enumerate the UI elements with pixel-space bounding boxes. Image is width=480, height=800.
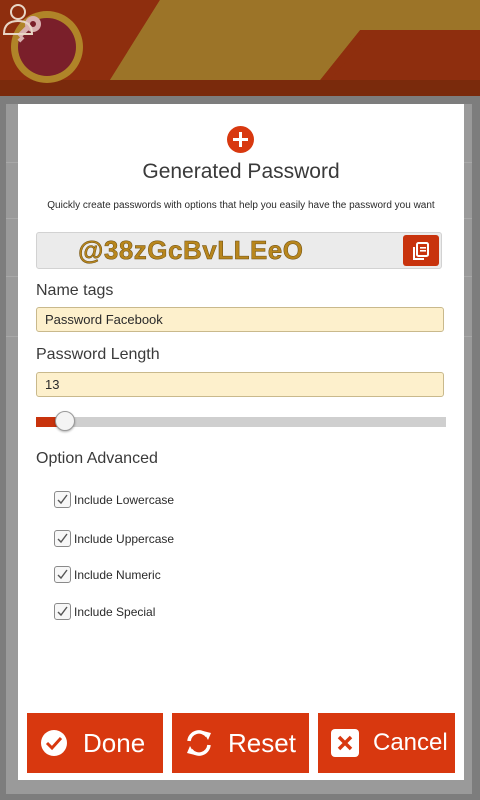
special-label: Include Special	[74, 604, 156, 619]
length-slider-thumb[interactable]	[54, 411, 75, 431]
uppercase-label: Include Uppercase	[74, 531, 175, 546]
plus-icon	[233, 132, 248, 147]
numeric-label: Include Numeric	[74, 567, 161, 582]
uppercase-checkbox[interactable]	[54, 530, 71, 547]
close-box-icon	[331, 729, 359, 757]
reset-label: Reset	[228, 727, 296, 758]
option-advanced-label: Option Advanced	[36, 450, 158, 467]
done-button[interactable]: Done	[27, 713, 163, 773]
name-tags-label: Name tags	[36, 282, 114, 299]
refresh-icon	[187, 730, 211, 756]
numeric-checkbox[interactable]	[54, 566, 71, 583]
name-tags-input[interactable]: Password Facebook	[36, 307, 444, 332]
add-button[interactable]	[227, 126, 254, 153]
password-length-input[interactable]: 13	[36, 372, 444, 397]
lowercase-checkbox[interactable]	[54, 491, 71, 508]
option-lowercase[interactable]: Include Lowercase	[54, 491, 174, 508]
dialog-subtitle: Quickly create passwords with options th…	[47, 200, 435, 211]
checkmark-icon	[57, 533, 68, 544]
check-circle-icon	[41, 730, 67, 756]
done-label: Done	[83, 727, 146, 758]
user-icon[interactable]	[0, 0, 36, 36]
option-numeric[interactable]: Include Numeric	[54, 566, 161, 583]
option-special[interactable]: Include Special	[54, 603, 155, 620]
copy-icon	[413, 241, 429, 260]
app-header	[0, 0, 480, 96]
cancel-label: Cancel	[373, 729, 448, 756]
length-slider-track[interactable]	[36, 417, 446, 427]
copy-button[interactable]	[403, 235, 439, 266]
option-uppercase[interactable]: Include Uppercase	[54, 530, 174, 547]
password-length-label: Password Length	[36, 346, 160, 363]
dialog-title: Generated Password	[142, 160, 340, 183]
reset-button[interactable]: Reset	[172, 713, 309, 773]
generated-password: @38zGcBvLLEeO	[78, 235, 304, 266]
checkmark-icon	[57, 494, 68, 505]
cancel-button[interactable]: Cancel	[318, 713, 455, 773]
special-checkbox[interactable]	[54, 603, 71, 620]
lowercase-label: Include Lowercase	[74, 492, 175, 507]
checkmark-icon	[57, 606, 68, 617]
checkmark-icon	[57, 569, 68, 580]
